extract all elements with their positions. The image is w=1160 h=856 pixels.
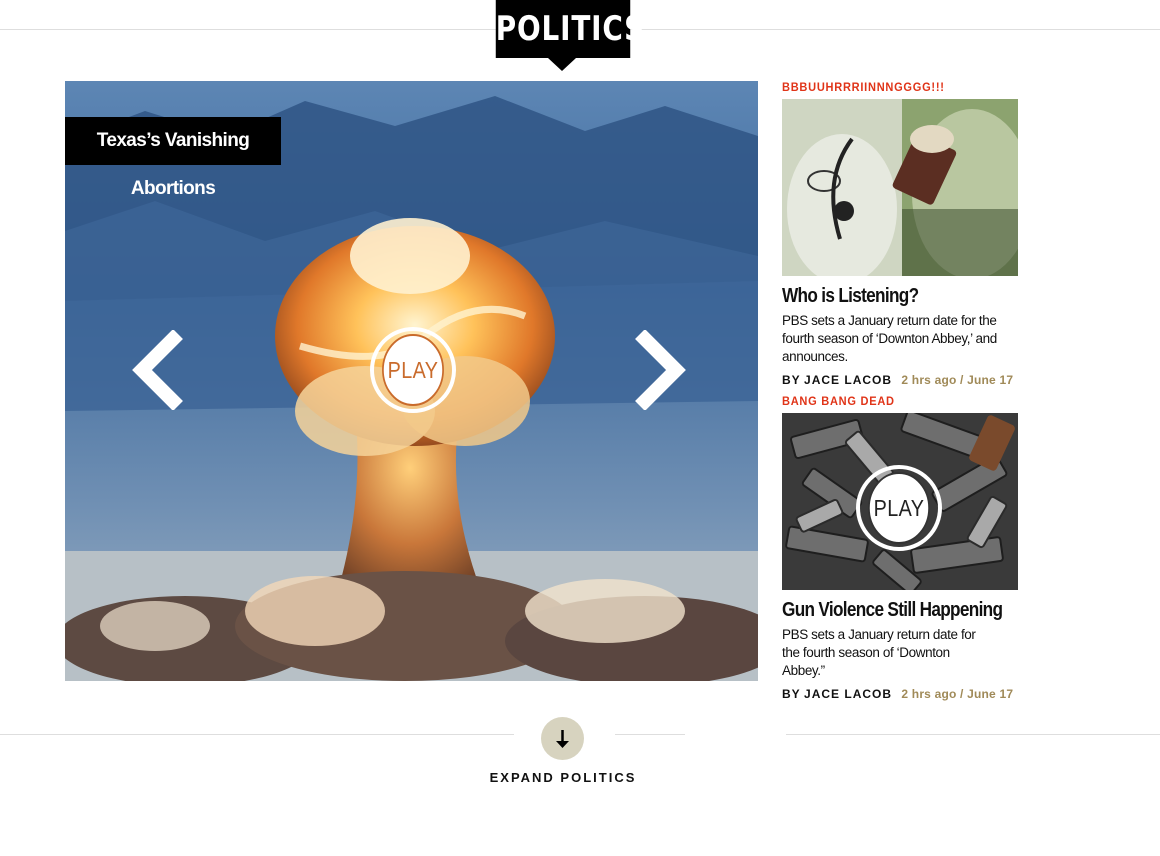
footer-divider <box>786 734 1160 735</box>
story-kicker[interactable]: BBBUUHRRRIINNNGGGG!!! <box>782 80 1003 96</box>
hero-caption[interactable]: Texas’s Vanishing Abortions <box>65 117 281 199</box>
arrow-down-icon <box>556 730 569 748</box>
byline-prefix: BY <box>782 373 801 387</box>
byline-author[interactable]: JACE LACOB <box>804 687 892 701</box>
footer-divider <box>0 734 514 735</box>
byline-time: 2 hrs ago / June 17 <box>901 687 1014 701</box>
byline-time: 2 hrs ago / June 17 <box>901 373 1014 387</box>
hero-play-label: PLAY <box>382 334 444 406</box>
story-byline: BY JACE LACOB 2 hrs ago / June 17 <box>782 687 1022 701</box>
story-title[interactable]: Who is Listening? <box>782 285 988 307</box>
story-thumbnail[interactable] <box>782 99 1018 276</box>
story-title[interactable]: Gun Violence Still Happening <box>782 599 1003 621</box>
story-byline: BY JACE LACOB 2 hrs ago / June 17 <box>782 373 1022 387</box>
story-kicker[interactable]: BANG BANG DEAD <box>782 394 1003 410</box>
story-play-label: PLAY <box>868 472 930 544</box>
byline-prefix: BY <box>782 687 801 701</box>
chevron-right-icon[interactable] <box>628 329 688 411</box>
section-title[interactable]: POLITICS <box>495 0 644 58</box>
section-title-pointer <box>548 58 576 71</box>
hero-play-button[interactable]: PLAY <box>370 327 456 413</box>
footer-divider <box>615 734 685 735</box>
expand-button[interactable] <box>541 717 584 760</box>
side-story-1: BBBUUHRRRIINNNGGGG!!! Who is Listening? … <box>782 80 1022 387</box>
story-dek: PBS sets a January return date for the f… <box>782 627 976 678</box>
expand-section-link[interactable]: EXPAND POLITICS <box>480 770 646 785</box>
chevron-left-icon[interactable] <box>130 329 190 411</box>
byline-author[interactable]: JACE LACOB <box>804 373 892 387</box>
story-dek: PBS sets a January return date for the f… <box>782 313 997 364</box>
story-play-button[interactable]: PLAY <box>856 465 942 551</box>
